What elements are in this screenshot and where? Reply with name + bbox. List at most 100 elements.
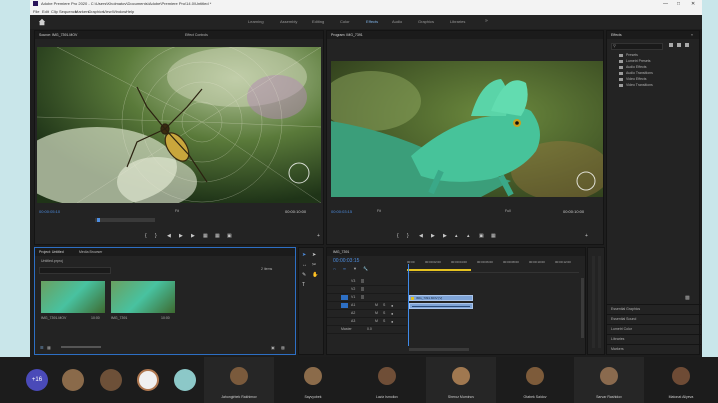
master-volume[interactable]: 0.0 <box>367 327 372 331</box>
effects-panel-title[interactable]: Effects <box>611 33 622 37</box>
video-clip-v1[interactable]: IMG_7391.MOV [V] <box>409 295 473 301</box>
section-essential-graphics[interactable]: Essential Graphics <box>607 304 701 314</box>
workspace-effects[interactable]: Effects <box>366 19 378 24</box>
play-icon[interactable]: ▶ <box>179 233 183 239</box>
workspace-audio[interactable]: Audio <box>392 19 402 24</box>
type-tool-icon[interactable]: T <box>302 282 305 288</box>
project-clip-2[interactable]: IMG_7391 10:00 <box>111 281 175 323</box>
project-search-input[interactable] <box>39 267 111 274</box>
step-forward-icon[interactable]: ▶ <box>191 233 195 239</box>
source-monitor-tab[interactable]: Source: IMG_7391.MOV <box>39 33 77 37</box>
home-icon[interactable] <box>38 18 46 26</box>
close-icon[interactable]: ✕ <box>691 1 695 7</box>
add-marker-icon[interactable]: ▼ <box>353 266 357 271</box>
insert-icon[interactable]: ▦ <box>203 233 208 239</box>
timeline-horizontal-scrollbar[interactable] <box>409 348 469 351</box>
menu-graphics[interactable]: Graphics <box>88 9 104 14</box>
participant-tile[interactable]: Otabek Saidov <box>500 357 570 403</box>
section-lumetri-color[interactable]: Lumetri Color <box>607 324 701 334</box>
source-patch-a1[interactable] <box>341 303 348 308</box>
workspace-color[interactable]: Color <box>340 19 350 24</box>
more-participants-badge[interactable]: +16 <box>26 369 48 391</box>
avatar[interactable] <box>174 369 196 391</box>
trash-icon[interactable]: ▩ <box>281 345 285 350</box>
snap-icon[interactable]: ∩ <box>333 266 336 271</box>
microphone-icon[interactable]: ● <box>391 303 393 308</box>
program-step-back-icon[interactable]: ◀ <box>419 233 423 239</box>
program-mark-out-icon[interactable]: } <box>407 233 409 239</box>
mark-in-icon[interactable]: { <box>145 233 147 239</box>
workspace-learning[interactable]: Learning <box>248 19 264 24</box>
step-back-icon[interactable]: ◀ <box>167 233 171 239</box>
selection-tool-icon[interactable]: ➤ <box>302 252 306 258</box>
microphone-icon[interactable]: ● <box>391 311 393 316</box>
menu-help[interactable]: Help <box>126 9 134 14</box>
effects-search-input[interactable]: ⚲ <box>611 43 663 50</box>
new-bin-icon[interactable] <box>669 43 673 47</box>
lift-icon[interactable]: ▴ <box>455 233 458 239</box>
participant-tile[interactable]: Sheroz Muminov <box>426 357 496 403</box>
track-select-tool-icon[interactable]: ➤ <box>312 252 316 258</box>
participant-tile[interactable]: Jahongirbek Rakhimov <box>204 357 274 403</box>
more-workspaces-icon[interactable]: » <box>485 18 488 24</box>
timeline-ruler[interactable]: 00:00 00:00:02:00 00:00:04:00 00:00:06:0… <box>407 258 579 273</box>
zoom-slider[interactable] <box>61 346 101 348</box>
list-view-icon[interactable]: ☰ <box>40 345 44 350</box>
timeline-timecode[interactable]: 00:00:03:15 <box>333 258 359 264</box>
new-item-icon[interactable]: ▣ <box>271 345 275 350</box>
pen-tool-icon[interactable]: ✎ <box>302 272 306 278</box>
linked-selection-icon[interactable]: ∞ <box>343 266 346 271</box>
program-add-button-icon[interactable]: + <box>585 233 588 239</box>
maximize-icon[interactable]: □ <box>677 1 680 7</box>
participant-tile[interactable]: Sayvyobek <box>278 357 348 403</box>
section-essential-sound[interactable]: Essential Sound <box>607 314 701 324</box>
menu-window[interactable]: Window <box>112 9 126 14</box>
program-fit-select[interactable]: Fit <box>377 209 381 213</box>
timeline-vertical-scrollbar[interactable] <box>581 278 584 338</box>
solo-button[interactable]: S <box>383 319 385 323</box>
program-mark-in-icon[interactable]: { <box>397 233 399 239</box>
source-timecode[interactable]: 00:00:05:10 <box>39 209 60 214</box>
razor-tool-icon[interactable]: ✂ <box>312 262 316 268</box>
section-libraries[interactable]: Libraries <box>607 334 701 344</box>
toggle-sync-lock-icon[interactable] <box>361 279 364 283</box>
program-step-forward-icon[interactable]: ▶ <box>443 233 447 239</box>
menu-view[interactable]: View <box>103 9 112 14</box>
workspace-graphics[interactable]: Graphics <box>418 19 434 24</box>
participant-tile[interactable]: Laziz Ismoilov <box>352 357 422 403</box>
program-timecode[interactable]: 00:00:03:15 <box>331 209 352 214</box>
work-area-bar[interactable] <box>407 269 471 271</box>
menu-edit[interactable]: Edit <box>42 9 49 14</box>
add-button-icon[interactable]: + <box>317 233 320 239</box>
menu-file[interactable]: File <box>33 9 39 14</box>
delete-icon[interactable]: ▩ <box>685 295 690 301</box>
program-play-icon[interactable]: ▶ <box>431 233 435 239</box>
program-monitor-tab[interactable]: Program: IMG_7391 <box>331 33 363 37</box>
ripple-edit-tool-icon[interactable]: ↔ <box>302 262 307 268</box>
sequence-tab[interactable]: IMG_7391 <box>333 250 349 254</box>
hand-tool-icon[interactable]: ✋ <box>312 272 318 278</box>
source-patch-v1[interactable] <box>341 295 348 300</box>
extract-icon[interactable]: ▴ <box>467 233 470 239</box>
yuv-effects-icon[interactable] <box>685 43 689 47</box>
toggle-sync-lock-icon[interactable] <box>361 287 364 291</box>
source-fit-select[interactable]: Fit <box>175 209 179 213</box>
overwrite-icon[interactable]: ▦ <box>215 233 220 239</box>
project-clip-1[interactable]: IMG_7391.MOV 10:00 <box>41 281 105 323</box>
source-playhead[interactable] <box>97 218 100 222</box>
mute-button[interactable]: M <box>375 319 378 323</box>
workspace-assembly[interactable]: Assembly <box>280 19 297 24</box>
participant-tile[interactable]: Matonat Aliyeva <box>646 357 716 403</box>
participant-tile[interactable]: Sarvar Rashidov <box>574 357 644 403</box>
toggle-sync-lock-icon[interactable] <box>361 295 364 299</box>
microphone-icon[interactable]: ● <box>391 319 393 324</box>
export-frame-icon[interactable]: ▣ <box>227 233 232 239</box>
icon-view-icon[interactable]: ▦ <box>47 345 51 350</box>
program-quality-select[interactable]: Full <box>505 209 511 213</box>
media-browser-tab[interactable]: Media Browser <box>79 250 102 254</box>
solo-button[interactable]: S <box>383 303 385 307</box>
avatar[interactable] <box>137 369 159 391</box>
audio-clip-a1[interactable] <box>409 303 473 309</box>
workspace-editing[interactable]: Editing <box>312 19 324 24</box>
avatar[interactable] <box>62 369 84 391</box>
